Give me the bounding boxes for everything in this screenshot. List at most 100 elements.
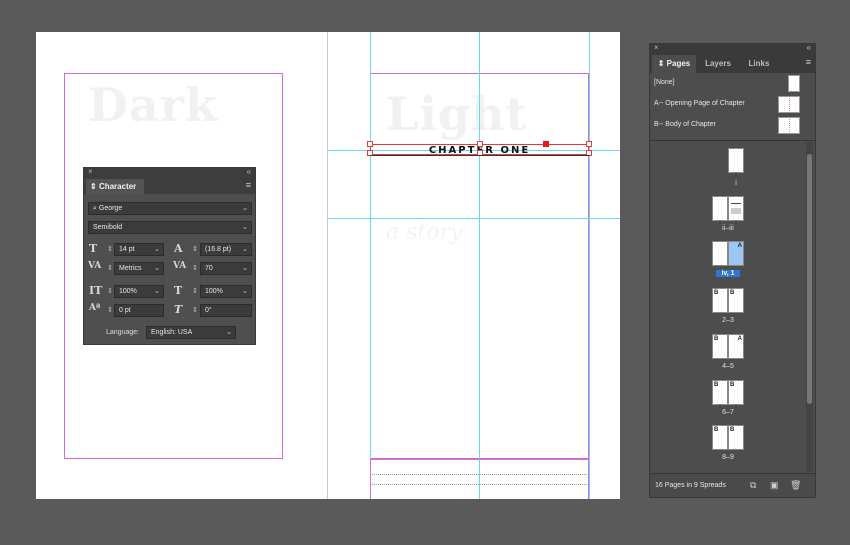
master-letter: A (737, 243, 742, 249)
chevron-down-icon[interactable]: ⌄ (154, 244, 160, 255)
chevron-down-icon[interactable]: ⌄ (154, 286, 160, 297)
leading-icon: A (174, 242, 183, 255)
guide-horizontal[interactable] (328, 218, 620, 219)
page-thumb[interactable] (712, 196, 728, 221)
master-thumb[interactable] (778, 117, 800, 134)
chapter-text-frame[interactable]: CHAPTER ONE (367, 141, 592, 156)
tab-layers[interactable]: Layers (698, 55, 738, 73)
vertical-scale-icon: IT (89, 284, 103, 297)
page-thumb[interactable]: B (712, 425, 728, 450)
page-thumb[interactable]: B (728, 425, 744, 450)
font-size-icon: T (89, 242, 98, 255)
guide-vertical[interactable] (589, 32, 590, 499)
pages-footer: 16 Pages in 9 Spreads ⧉ ▣ 🗑 (650, 473, 815, 497)
tab-character[interactable]: ⇕ Character (86, 179, 144, 194)
chevron-down-icon[interactable]: ⌄ (242, 244, 248, 255)
spread-label: 4–5 (722, 363, 734, 370)
ghost-heading-left: Dark (88, 78, 218, 132)
panel-tabs: ⇕ Character ≡ (84, 177, 255, 194)
scrollbar-thumb[interactable] (807, 154, 812, 404)
panel-titlebar[interactable]: × « (650, 43, 815, 53)
stepper-icon[interactable]: ⇕ (192, 287, 198, 295)
font-size-field[interactable]: 14 pt ⌄ (114, 243, 164, 256)
master-letter: B (714, 382, 719, 388)
stepper-icon[interactable]: ⇕ (192, 306, 198, 314)
page-thumb[interactable]: A (728, 334, 744, 359)
page-thumb[interactable]: B (712, 334, 728, 359)
master-letter: B (714, 427, 719, 433)
panel-tabs: ⇕ Pages Layers Links ≡ (650, 53, 815, 73)
spread-label: 2–3 (722, 317, 734, 324)
tab-links[interactable]: Links (740, 55, 778, 73)
collapse-icon[interactable]: « (247, 167, 251, 176)
trash-icon[interactable]: 🗑 (790, 480, 801, 491)
stepper-icon[interactable]: ⇕ (107, 245, 113, 253)
page-thumb[interactable]: B (712, 380, 728, 405)
ghost-heading-right: Light (386, 87, 528, 141)
baseline-shift-icon: Aª (89, 303, 101, 313)
master-letter: B (730, 427, 735, 433)
font-family-field[interactable]: ⌕ George ⌄ (88, 202, 252, 215)
pages-scrollbar[interactable] (806, 142, 813, 472)
guide-vertical[interactable] (479, 32, 480, 499)
collapse-icon[interactable]: « (807, 43, 811, 52)
master-letter: A (737, 336, 742, 342)
new-page-icon[interactable]: ▣ (770, 480, 779, 491)
stepper-icon[interactable]: ⇕ (192, 264, 198, 272)
resize-handle[interactable] (367, 141, 373, 147)
out-port[interactable] (543, 141, 549, 147)
horizontal-scale-icon: T (174, 284, 183, 297)
page-thumb[interactable]: B (728, 380, 744, 405)
ghost-subheading: a story (386, 220, 463, 245)
leading-field[interactable]: (16.8 pt) ⌄ (200, 243, 252, 256)
master-b[interactable]: B-- Body of Chapter (654, 121, 716, 128)
baseline-shift-field[interactable]: 0 pt (114, 304, 164, 317)
master-thumb[interactable] (788, 75, 800, 92)
stepper-icon[interactable]: ⇕ (107, 287, 113, 295)
spread-label: ii–iii (722, 225, 734, 232)
vertical-scale-field[interactable]: 100% ⌄ (114, 285, 164, 298)
chevron-down-icon[interactable]: ⌄ (242, 203, 248, 214)
chevron-down-icon[interactable]: ⌄ (242, 286, 248, 297)
close-icon[interactable]: × (654, 43, 659, 52)
page-thumb[interactable] (728, 148, 744, 173)
spread-label: 8–9 (722, 454, 734, 461)
horizontal-scale-field[interactable]: 100% ⌄ (200, 285, 252, 298)
page-thumb[interactable] (728, 196, 744, 221)
page-thumb[interactable]: B (712, 288, 728, 313)
footer-margin (370, 459, 589, 499)
tracking-field[interactable]: 70 ⌄ (200, 262, 252, 275)
master-none[interactable]: [None] (654, 79, 675, 86)
master-a[interactable]: A-- Opening Page of Chapter (654, 100, 745, 107)
resize-handle[interactable] (477, 141, 483, 147)
chevron-down-icon[interactable]: ⌄ (242, 263, 248, 274)
chevron-down-icon[interactable]: ⌄ (154, 263, 160, 274)
character-panel[interactable]: × « ⇕ Character ≡ ⌕ George ⌄ Semibold ⌄ … (83, 167, 256, 345)
resize-handle[interactable] (586, 141, 592, 147)
chevron-down-icon[interactable]: ⌄ (226, 327, 232, 338)
tracking-icon: VA (173, 261, 187, 271)
stepper-icon[interactable]: ⇕ (107, 264, 113, 272)
pages-panel[interactable]: × « ⇕ Pages Layers Links ≡ [None] A-- Op… (649, 43, 816, 498)
panel-menu-icon[interactable]: ≡ (806, 57, 811, 67)
stepper-icon[interactable]: ⇕ (192, 245, 198, 253)
page-thumb[interactable] (712, 241, 728, 266)
page-thumb-selected[interactable]: A (728, 241, 744, 266)
guide-vertical[interactable] (370, 32, 371, 499)
font-style-field[interactable]: Semibold ⌄ (88, 221, 252, 234)
language-label: Language: (106, 329, 140, 336)
language-select[interactable]: English: USA ⌄ (146, 326, 236, 339)
panel-titlebar[interactable]: × « (84, 167, 255, 177)
skew-field[interactable]: 0° (200, 304, 252, 317)
stepper-icon[interactable]: ⇕ (107, 306, 113, 314)
chevron-down-icon[interactable]: ⌄ (242, 222, 248, 233)
master-letter: B (714, 336, 719, 342)
spread-spine (327, 32, 328, 499)
close-icon[interactable]: × (88, 167, 93, 176)
panel-menu-icon[interactable]: ≡ (246, 180, 251, 190)
master-thumb[interactable] (778, 96, 800, 113)
page-thumb[interactable]: B (728, 288, 744, 313)
kerning-field[interactable]: Metrics ⌄ (114, 262, 164, 275)
tab-pages[interactable]: ⇕ Pages (652, 55, 696, 73)
edit-page-size-icon[interactable]: ⧉ (750, 480, 756, 491)
